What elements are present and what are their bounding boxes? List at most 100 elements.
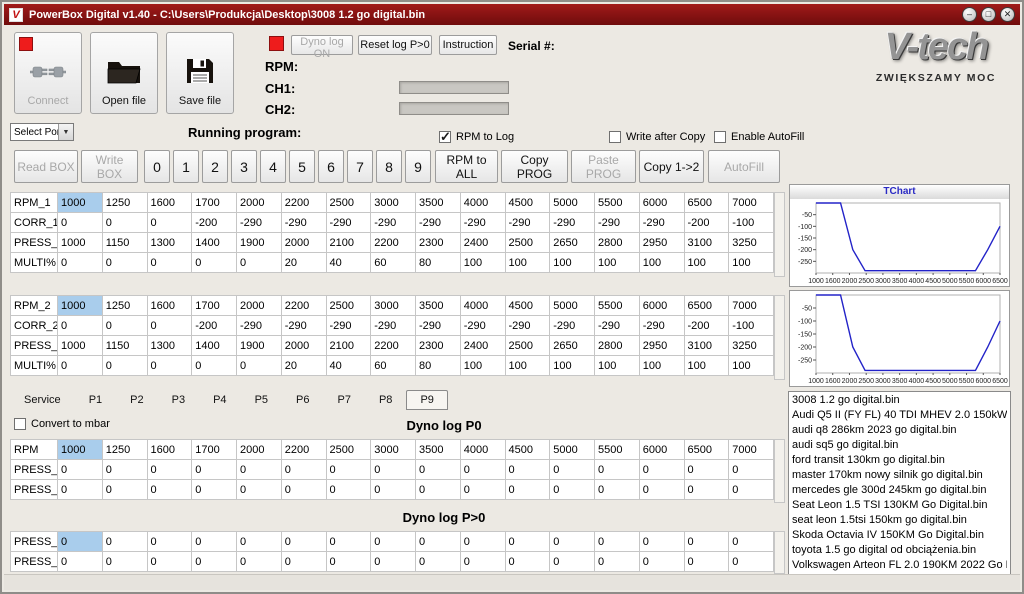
grid-cell[interactable]: 0 [147,356,192,376]
file-list-item[interactable]: master 170km nowy silnik go digital.bin [792,468,1007,483]
grid-cell[interactable]: 80 [416,356,461,376]
grid-cell[interactable]: 1300 [147,233,192,253]
file-list-item[interactable]: mercedes gle 300d 245km go digital.bin [792,483,1007,498]
grid-cell[interactable]: 0 [147,253,192,273]
grid-cell[interactable]: 0 [237,253,282,273]
minimize-button[interactable]: – [962,7,977,22]
grid-cell[interactable]: 2650 [550,336,595,356]
grid-cell[interactable]: 1700 [192,296,237,316]
tab-p7[interactable]: P7 [324,390,365,410]
grid-cell[interactable]: 1000 [58,440,103,460]
grid-cell[interactable]: 1000 [58,193,103,213]
grid-cell[interactable]: 2200 [371,336,416,356]
grid-cell[interactable]: 0 [102,253,147,273]
grid-cell[interactable]: 0 [58,253,103,273]
grid-cell[interactable]: 0 [58,532,103,552]
reset-log-button[interactable]: Reset log P>0 [358,35,432,55]
grid-cell[interactable]: 0 [416,460,461,480]
grid-cell[interactable]: 100 [550,253,595,273]
grid-cell[interactable]: 0 [505,480,550,500]
grid-cell[interactable]: 1150 [102,233,147,253]
grid-cell[interactable]: 0 [729,552,774,572]
grid-cell[interactable]: 0 [684,552,729,572]
grid-cell[interactable]: 0 [237,460,282,480]
grid-cell[interactable]: 0 [147,316,192,336]
grid-cell[interactable]: 1700 [192,440,237,460]
grid-cell[interactable]: 4500 [505,440,550,460]
grid-cell[interactable]: 0 [281,480,326,500]
grid-cell[interactable]: 60 [371,356,416,376]
grid-cell[interactable]: 0 [550,532,595,552]
grid-cell[interactable]: 5500 [595,296,640,316]
grid-cell[interactable]: 5500 [595,440,640,460]
grid-cell[interactable]: 0 [237,532,282,552]
grid-cell[interactable]: -290 [371,213,416,233]
grid-cell[interactable]: 0 [416,532,461,552]
file-list-item[interactable]: Audi Q5 II (FY FL) 40 TDI MHEV 2.0 150kW… [792,408,1007,423]
grid-cell[interactable]: 0 [505,532,550,552]
grid-cell[interactable]: 2500 [326,440,371,460]
grid-cell[interactable]: 1700 [192,193,237,213]
grid-cell[interactable]: 0 [102,316,147,336]
grid-cell[interactable]: 2500 [326,193,371,213]
grid-cell[interactable]: 0 [237,552,282,572]
grid-cell[interactable]: 0 [326,532,371,552]
file-list-item[interactable]: toyota 1.5 go digital od obciążenia.bin [792,543,1007,558]
grid-cell[interactable]: 0 [237,356,282,376]
grid-cell[interactable]: 3250 [729,233,774,253]
grid-cell[interactable]: -200 [192,213,237,233]
grid-cell[interactable]: 0 [192,480,237,500]
grid-cell[interactable]: 0 [416,552,461,572]
grid-cell[interactable]: 0 [192,356,237,376]
rpm-to-all-button[interactable]: RPM to ALL [435,150,498,183]
grid-cell[interactable]: 100 [595,356,640,376]
grid-cell[interactable]: -290 [326,316,371,336]
grid-cell[interactable]: 0 [595,480,640,500]
grid-cell[interactable]: 0 [58,316,103,336]
grid-cell[interactable]: 0 [505,460,550,480]
instruction-button[interactable]: Instruction [439,35,497,55]
copy-prog-button[interactable]: Copy PROG [501,150,568,183]
grid-cell[interactable]: 1600 [147,296,192,316]
grid-cell[interactable]: 1250 [102,296,147,316]
grid-cell[interactable]: 0 [460,480,505,500]
grid-cell[interactable]: 0 [371,532,416,552]
grid-cell[interactable]: 7000 [729,440,774,460]
grid-cell[interactable]: 0 [460,460,505,480]
autofill-button[interactable]: AutoFill [708,150,780,183]
grid-cell[interactable]: 2800 [595,336,640,356]
grid-cell[interactable]: 0 [639,460,684,480]
grid-cell[interactable]: 20 [281,356,326,376]
digit-2-button[interactable]: 2 [202,150,228,183]
grid-cell[interactable]: 0 [102,480,147,500]
grid-cell[interactable]: 0 [729,532,774,552]
grid-cell[interactable]: 6000 [639,193,684,213]
grid-cell[interactable]: 0 [58,213,103,233]
grid-cell[interactable]: 1250 [102,193,147,213]
grid-cell[interactable]: 0 [147,480,192,500]
tab-p1[interactable]: P1 [75,390,116,410]
grid-cell[interactable]: 1150 [102,336,147,356]
tab-service[interactable]: Service [10,390,75,410]
grid-cell[interactable]: -290 [460,213,505,233]
grid-cell[interactable]: 1900 [237,336,282,356]
grid-cell[interactable]: 0 [147,213,192,233]
grid-cell[interactable]: 0 [58,356,103,376]
digit-6-button[interactable]: 6 [318,150,344,183]
grid-cell[interactable]: 6000 [639,296,684,316]
grid-cell[interactable]: 3100 [684,233,729,253]
grid-cell[interactable]: -100 [729,316,774,336]
dyno-log-button[interactable]: Dyno log ON [291,35,353,55]
grid-cell[interactable]: 0 [281,532,326,552]
grid-cell[interactable]: 100 [550,356,595,376]
file-list-item[interactable]: seat leon 1.5tsi 150km go digital.bin [792,513,1007,528]
connect-button[interactable]: Connect [14,32,82,114]
file-list-item[interactable]: audi q8 286km 2023 go digital.bin [792,423,1007,438]
grid-cell[interactable]: 2200 [281,193,326,213]
write-after-copy-checkbox[interactable]: Write after Copy [609,131,705,143]
grid-cell[interactable]: 100 [505,356,550,376]
grid-cell[interactable]: -290 [595,213,640,233]
grid-cell[interactable]: 6000 [639,440,684,460]
grid-cell[interactable]: 100 [729,253,774,273]
grid-cell[interactable]: 0 [102,213,147,233]
